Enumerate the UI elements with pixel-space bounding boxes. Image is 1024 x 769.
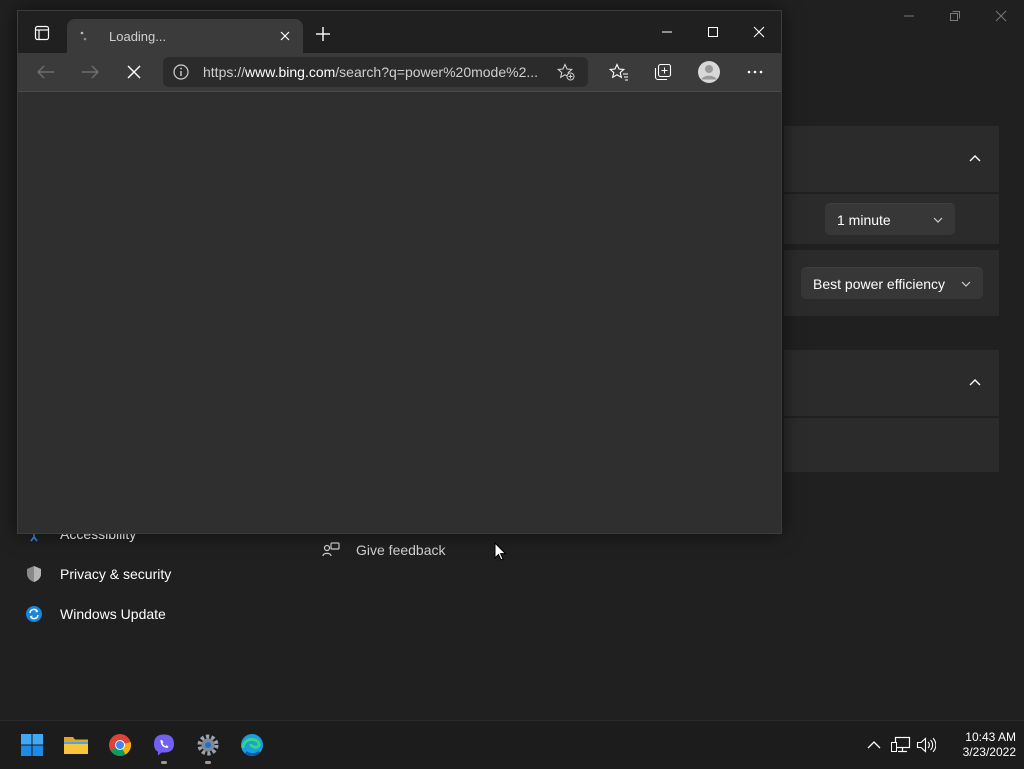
edge-maximize-button[interactable] [690,11,736,53]
give-feedback-link[interactable]: Give feedback [322,540,446,560]
url-host: www.bing.com [245,64,336,80]
tab-loading[interactable]: Loading... [67,19,303,53]
chevron-up-icon [867,741,881,749]
taskbar-chrome[interactable] [100,725,140,765]
minimize-icon [904,15,914,17]
collections-icon [654,63,672,81]
nav-item-label: Privacy & security [60,566,172,582]
close-icon [280,31,290,41]
tab-title: Loading... [109,28,167,44]
tab-actions-button[interactable] [26,17,58,49]
more-icon [747,70,763,74]
restore-icon [950,11,960,21]
url-path: /search?q=power%20mode%2... [335,64,539,80]
avatar-icon [698,61,720,83]
favorites-button[interactable] [602,55,636,89]
tab-actions-icon [34,25,50,41]
power-mode-row: Best power efficiency [784,250,999,316]
network-icon [891,736,911,753]
arrow-left-icon [37,65,54,79]
nav-item-privacy-security[interactable]: Privacy & security [24,556,171,592]
power-mode-dropdown[interactable]: Best power efficiency [801,267,983,299]
taskbar-file-explorer[interactable] [56,725,96,765]
nav-item-label: Windows Update [60,606,166,622]
address-bar[interactable]: https://www.bing.com/search?q=power%20mo… [163,57,588,87]
settings-restore-button[interactable] [932,0,978,32]
edge-window: Loading... https://www.bing.com/search?q… [17,10,782,534]
screen-timeout-dropdown[interactable]: 1 minute [825,203,955,235]
stop-loading-button[interactable] [117,55,151,89]
viber-icon [154,734,174,756]
favorites-icon [609,63,628,81]
url-scheme: https:// [203,64,246,80]
give-feedback-label: Give feedback [356,542,446,558]
battery-section-header[interactable] [784,350,999,416]
chevron-up-icon [969,155,981,162]
settings-and-more-button[interactable] [738,55,772,89]
edge-close-button[interactable] [736,11,782,53]
taskbar-viber[interactable] [144,725,184,765]
clock-time: 10:43 AM [965,730,1016,744]
network-button[interactable] [889,731,913,759]
tab-bar: Loading... [18,11,781,53]
arrow-right-icon [82,65,99,79]
battery-row [784,418,999,472]
chevron-down-icon [933,217,943,223]
maximize-icon [708,27,718,37]
settings-close-button[interactable] [978,0,1024,32]
chevron-up-icon [969,379,981,386]
plus-icon [316,27,330,41]
settings-minimize-button[interactable] [886,0,932,32]
edge-minimize-button[interactable] [644,11,690,53]
collections-button[interactable] [646,55,680,89]
profile-button[interactable] [692,55,726,89]
nav-item-windows-update[interactable]: Windows Update [24,596,166,632]
screen-sleep-section-header[interactable] [784,126,999,192]
address-url[interactable]: https://www.bing.com/search?q=power%20mo… [203,64,554,80]
start-icon [21,734,43,756]
taskbar: 10:43 AM 3/23/2022 [0,720,1024,769]
close-icon [753,26,765,38]
close-icon [995,10,1007,22]
screen-timeout-row: 1 minute [784,194,999,244]
start-button[interactable] [12,725,52,765]
running-indicator [161,761,167,764]
loading-spinner-icon [80,31,87,41]
info-icon[interactable] [173,64,189,80]
minimize-icon [662,31,672,33]
stop-icon [127,65,141,79]
chevron-down-icon [961,281,971,287]
clock[interactable]: 10:43 AM 3/23/2022 [940,729,1016,761]
add-favorite-button[interactable] [554,60,578,84]
screen-timeout-value: 1 minute [837,211,891,228]
new-tab-button[interactable] [306,17,340,51]
taskbar-edge[interactable] [232,725,272,765]
page-content [18,92,781,533]
browser-toolbar: https://www.bing.com/search?q=power%20mo… [18,53,781,92]
forward-button[interactable] [73,55,107,89]
file-explorer-icon [64,737,88,754]
feedback-icon [322,542,340,557]
tab-close-button[interactable] [275,26,295,46]
edge-icon [241,734,263,756]
show-hidden-icons-button[interactable] [862,731,886,759]
volume-button[interactable] [914,731,938,759]
star-add-icon [557,63,575,81]
sync-icon [24,604,44,624]
power-mode-value: Best power efficiency [813,275,946,292]
clock-date: 3/23/2022 [962,745,1016,759]
back-button[interactable] [29,55,63,89]
shield-icon [24,564,44,584]
running-indicator [205,761,211,764]
taskbar-settings[interactable] [188,725,228,765]
settings-icon [197,734,219,756]
mouse-cursor-icon [494,542,507,561]
chrome-icon [109,734,132,756]
volume-icon [916,737,936,753]
